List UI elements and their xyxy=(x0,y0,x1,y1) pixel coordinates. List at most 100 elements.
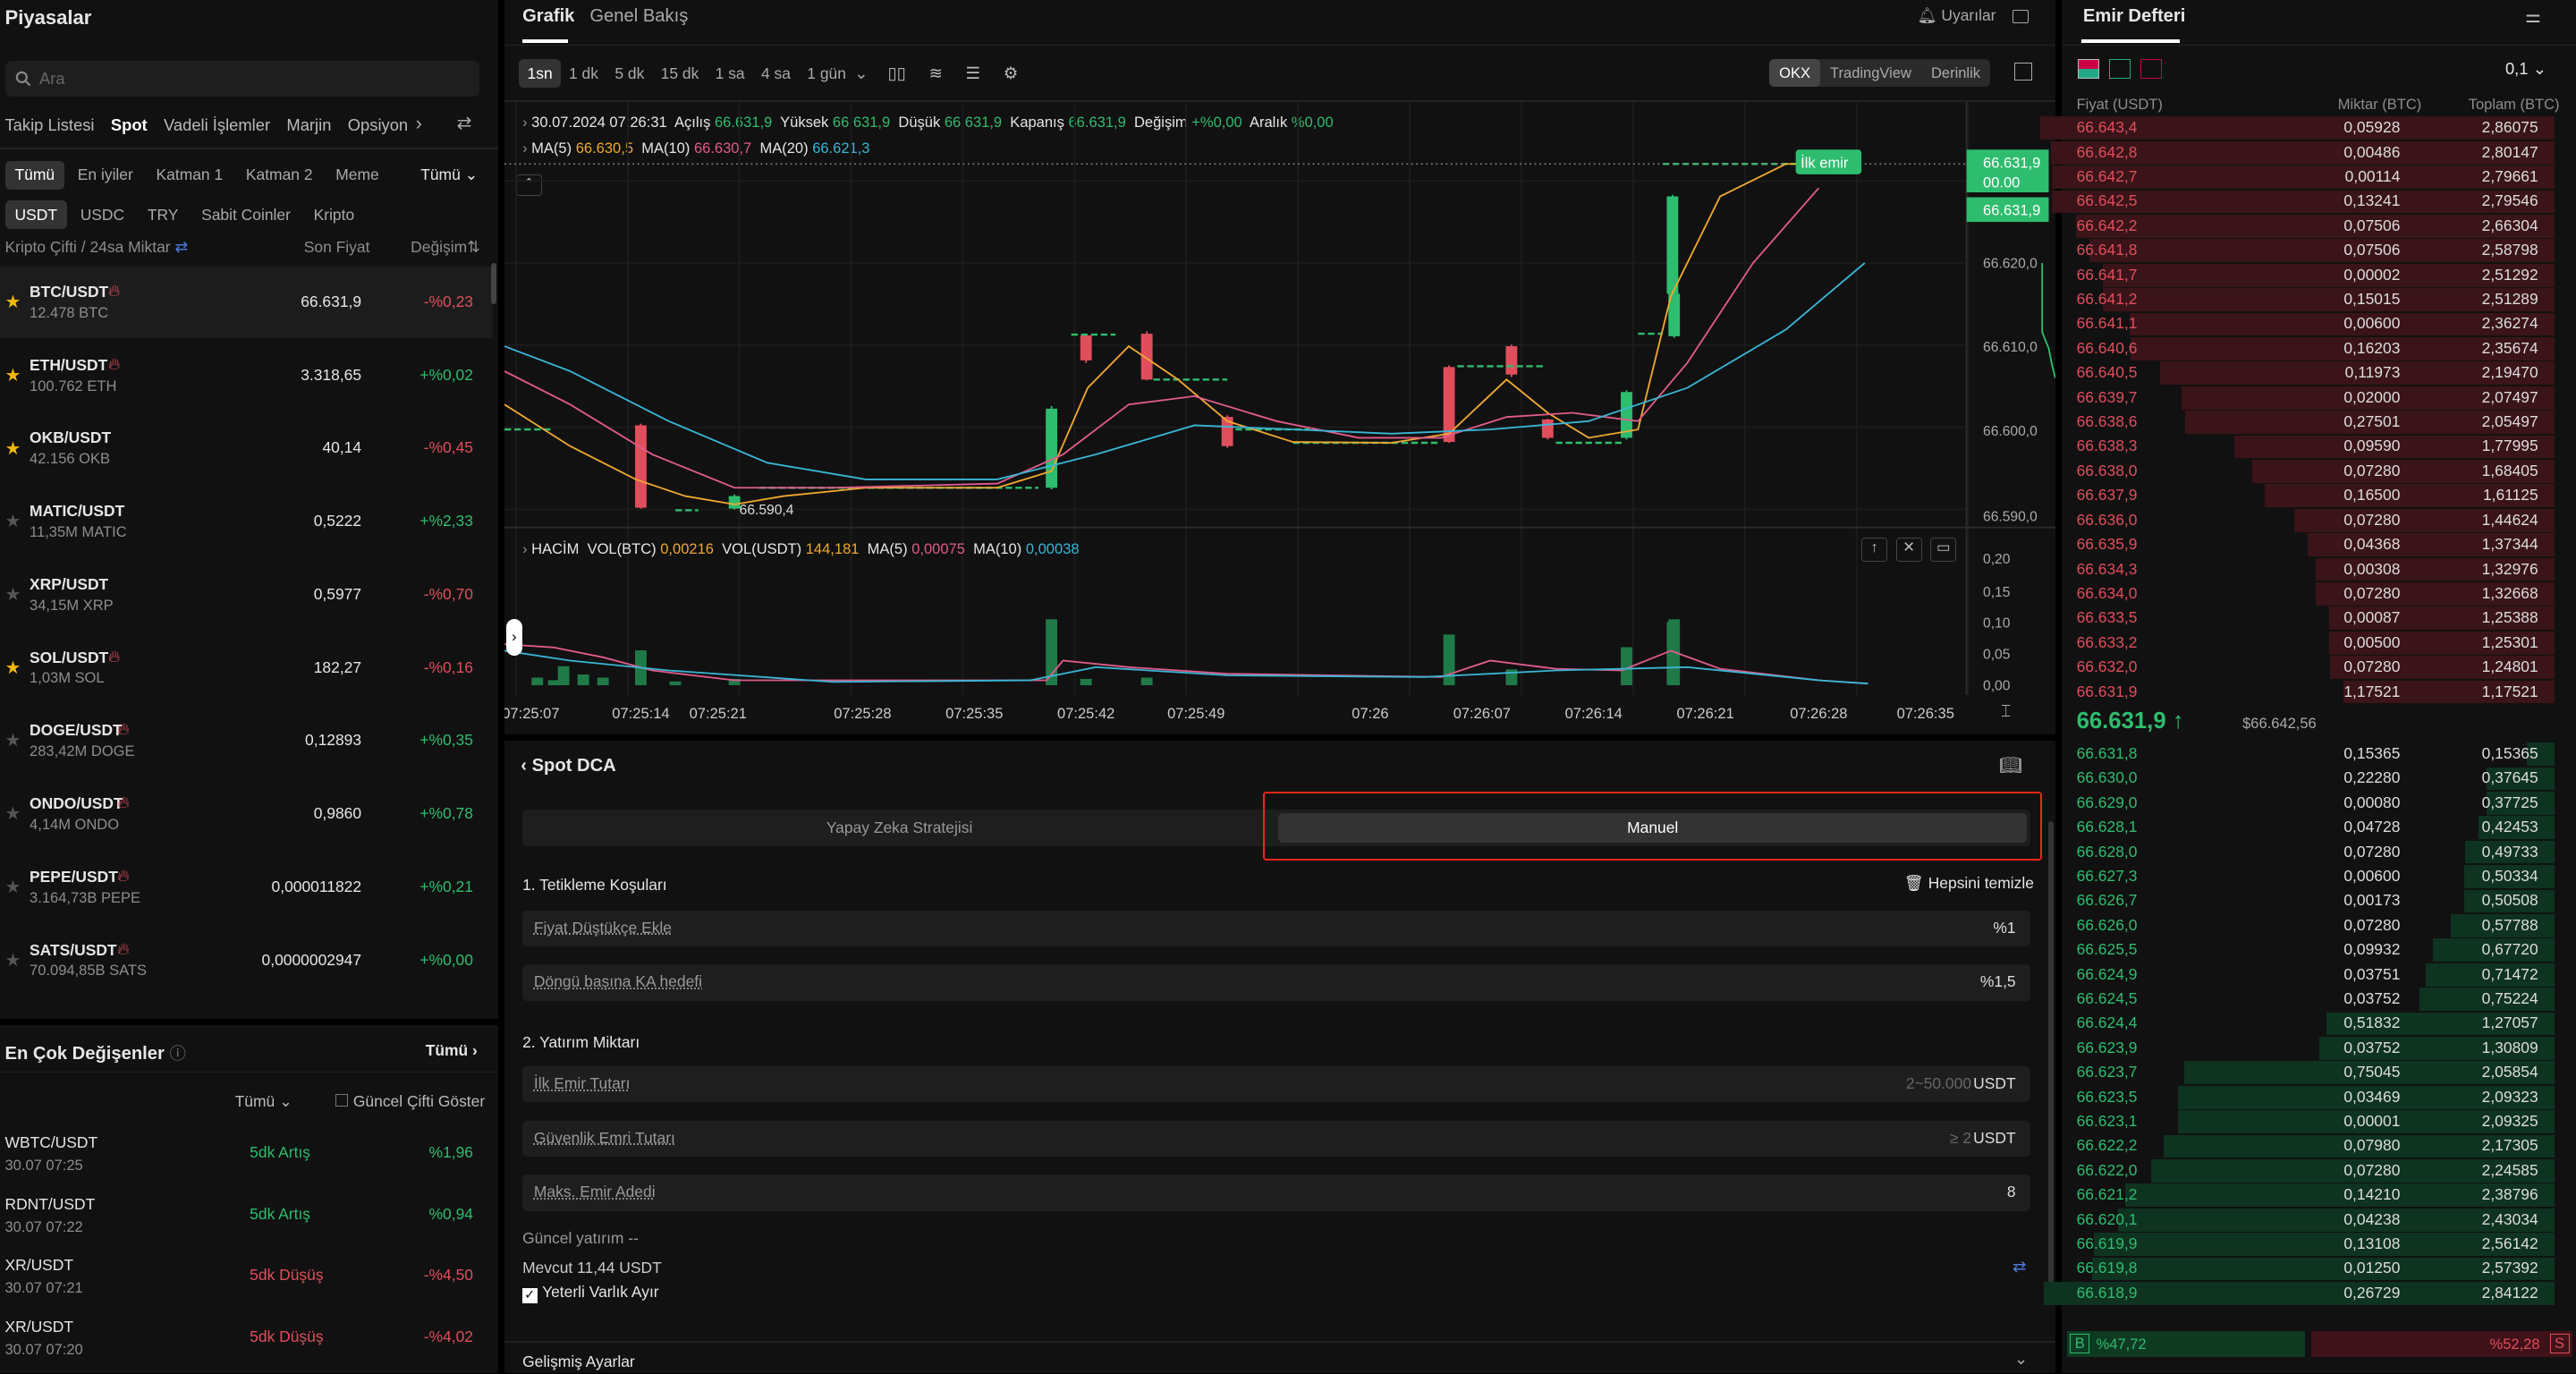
market-row[interactable]: ★ DOGE/USDT 🔥︎ 283,42M DOGE 0,12893 +%0,35 xyxy=(0,705,493,777)
safety-order-amount-field[interactable]: Güvenlik Emri Tutarı ≥ 2 USDT xyxy=(522,1120,2031,1158)
ask-row[interactable]: 66.641,7 0,00002 2,51292 xyxy=(2062,262,2555,287)
collapse-left-button[interactable]: › xyxy=(505,619,523,656)
source-depth[interactable]: Derinlik xyxy=(1921,59,1990,87)
tab-ai-strategy[interactable]: Yapay Zeka Stratejisi xyxy=(522,810,1276,845)
bid-row[interactable]: 66.626,0 0,07280 0,57788 xyxy=(2062,912,2555,937)
quote-usdc[interactable]: USDC xyxy=(71,200,134,229)
filter-meme[interactable]: Meme xyxy=(326,161,388,190)
market-row[interactable]: ★ SOL/USDT 🔥︎ 1,03M SOL 182,27 -%0,16 xyxy=(0,632,493,704)
col-price-header[interactable]: Son Fiyat xyxy=(304,238,370,257)
clear-all-button[interactable]: 🗑︎ Hepsini temizle xyxy=(1904,874,2034,893)
market-row[interactable]: ★ PEPE/USDT 🔥︎ 3.164,73B PEPE 0,000011822 +%0… xyxy=(0,851,493,923)
settings-icon[interactable]: ⚌ xyxy=(2525,5,2541,28)
book-icon[interactable]: 📖︎ xyxy=(1999,754,2022,776)
tp-target-field[interactable]: Döngü başına KA hedefi %1,5 xyxy=(522,964,2031,1001)
window-icon[interactable] xyxy=(2012,10,2029,23)
ask-row[interactable]: 66.638,0 0,07280 1,68405 xyxy=(2062,458,2555,483)
source-tradingview[interactable]: TradingView xyxy=(1820,59,1921,87)
ask-row[interactable]: 66.642,2 0,07506 2,66304 xyxy=(2062,213,2555,238)
ask-row[interactable]: 66.636,0 0,07280 1,44624 xyxy=(2062,507,2555,532)
checkbox[interactable] xyxy=(335,1093,349,1107)
quote-usdt[interactable]: USDT xyxy=(4,200,67,230)
bid-row[interactable]: 66.625,5 0,09932 0,67720 xyxy=(2062,937,2555,963)
reserve-toggle[interactable]: ✓ Yeterli Varlık Ayır xyxy=(522,1283,659,1303)
ask-row[interactable]: 66.639,7 0,02000 2,07497 xyxy=(2062,385,2555,410)
bid-row[interactable]: 66.629,0 0,00080 0,37725 xyxy=(2062,790,2555,815)
filter-layer1[interactable]: Katman 1 xyxy=(147,161,233,190)
ask-row[interactable]: 66.642,7 0,00114 2,79661 xyxy=(2052,164,2555,189)
interval-1d[interactable]: 1 gün xyxy=(799,59,854,88)
tab-watchlist[interactable]: Takip Listesi xyxy=(5,115,95,135)
ask-row[interactable]: 66.640,5 0,11973 2,19470 xyxy=(2062,360,2555,386)
market-row[interactable]: ★ ONDO/USDT 🔥︎ 4,14M ONDO 0,9860 +%0,78 xyxy=(0,778,493,851)
bid-row[interactable]: 66.622,0 0,07280 2,24585 xyxy=(2062,1158,2555,1183)
bid-row[interactable]: 66.628,0 0,07280 0,49733 xyxy=(2062,839,2555,864)
mover-row[interactable]: XR/USDT 30.07 07:21 5dk Düşüş -%4,50 xyxy=(0,1246,493,1307)
ask-row[interactable]: 66.638,3 0,09590 1,77995 xyxy=(2062,434,2555,459)
star-icon[interactable]: ★ xyxy=(5,657,21,679)
bid-row[interactable]: 66.628,1 0,04728 0,42453 xyxy=(2062,815,2555,840)
ask-row[interactable]: 66.632,0 0,07280 1,24801 xyxy=(2062,654,2555,679)
interval-1s[interactable]: 1sn xyxy=(519,59,561,89)
market-row[interactable]: ★ XRP/USDT 34,15M XRP 0,5977 -%0,70 xyxy=(0,558,493,631)
mover-row[interactable]: RDNT/USDT 30.07 07:22 5dk Artış %0,94 xyxy=(0,1185,493,1246)
close-icon[interactable]: ✕ xyxy=(1895,537,1922,563)
ask-row[interactable]: 66.631,9 1,17521 1,17521 xyxy=(2062,679,2555,704)
fullscreen-icon[interactable] xyxy=(2013,62,2032,81)
ask-row[interactable]: 66.633,5 0,00087 1,25388 xyxy=(2062,606,2555,631)
first-order-amount-field[interactable]: İlk Emir Tutarı 2~50.000 USDT xyxy=(522,1066,2031,1103)
ask-row[interactable]: 66.633,2 0,00500 1,25301 xyxy=(2062,630,2555,655)
scrollbar[interactable] xyxy=(491,262,496,304)
star-icon[interactable]: ★ xyxy=(5,583,21,606)
tab-futures[interactable]: Vadeli İşlemler xyxy=(164,115,270,135)
bid-row[interactable]: 66.620,1 0,04238 2,43034 xyxy=(2062,1207,2555,1232)
movers-all-link[interactable]: Tümü › xyxy=(426,1041,478,1060)
star-icon[interactable]: ★ xyxy=(5,364,21,386)
bid-row[interactable]: 66.619,8 0,01250 2,57392 xyxy=(2062,1256,2555,1281)
ask-row[interactable]: 66.642,5 0,13241 2,79546 xyxy=(2052,189,2555,214)
chevron-down-icon[interactable]: ⌄ xyxy=(854,64,868,83)
interval-15m[interactable]: 15 dk xyxy=(652,59,707,88)
ask-row[interactable]: 66.635,9 0,04368 1,37344 xyxy=(2062,531,2555,556)
filter-all[interactable]: Tümü xyxy=(4,160,65,190)
alerts-button[interactable]: 🔔︎ Uyarılar xyxy=(1917,6,1996,25)
price-drop-field[interactable]: Fiyat Düştükçe Ekle %1 xyxy=(522,910,2031,946)
filter-layer2[interactable]: Katman 2 xyxy=(236,161,323,190)
quote-stable[interactable]: Sabit Coinler xyxy=(191,200,301,229)
chevron-down-icon[interactable]: ⌄ xyxy=(2014,1349,2028,1369)
star-icon[interactable]: ★ xyxy=(5,729,21,751)
tab-spot[interactable]: Spot xyxy=(111,115,148,135)
ask-row[interactable]: 66.637,9 0,16500 1,61125 xyxy=(2062,483,2555,508)
ask-row[interactable]: 66.641,8 0,07506 2,58798 xyxy=(2062,238,2555,263)
filter-dropdown[interactable]: Tümü ⌄ xyxy=(407,160,498,188)
bid-row[interactable]: 66.624,9 0,03751 0,71472 xyxy=(2062,962,2555,987)
bid-row[interactable]: 66.618,9 0,26729 2,84122 xyxy=(2044,1280,2555,1305)
search-input[interactable]: Ara xyxy=(4,60,480,98)
show-current-toggle[interactable]: Güncel Çifti Göster xyxy=(335,1092,485,1111)
chevron-right-icon[interactable]: › xyxy=(416,112,422,135)
movers-filter[interactable]: Tümü ⌄ xyxy=(235,1092,292,1111)
scale-icon[interactable]: ⌶ xyxy=(2001,701,2011,721)
chevron-left-icon[interactable]: ‹ xyxy=(521,756,527,776)
mover-row[interactable]: WBTC/USDT 30.07 07:25 5dk Artış %1,96 xyxy=(0,1124,493,1184)
max-orders-field[interactable]: Maks. Emir Adedi 8 xyxy=(522,1175,2031,1211)
star-icon[interactable]: ★ xyxy=(5,291,21,313)
ask-row[interactable]: 66.638,6 0,27501 2,05497 xyxy=(2062,409,2555,434)
interval-1h[interactable]: 1 sa xyxy=(707,59,752,88)
candle-type-icon[interactable]: ▯▯ xyxy=(888,64,906,83)
bid-row[interactable]: 66.627,3 0,00600 0,50334 xyxy=(2062,863,2555,888)
advanced-settings[interactable]: Gelişmiş Ayarlar xyxy=(522,1353,635,1371)
ask-row[interactable]: 66.641,2 0,15015 2,51289 xyxy=(2062,286,2555,311)
interval-1m[interactable]: 1 dk xyxy=(561,59,606,88)
tab-overview[interactable]: Genel Bakış xyxy=(589,6,688,27)
tick-size-select[interactable]: 0,1 ⌄ xyxy=(2505,59,2546,79)
view-bids-icon[interactable] xyxy=(2109,59,2131,80)
bid-row[interactable]: 66.623,7 0,75045 2,05854 xyxy=(2062,1060,2555,1085)
transfer-icon[interactable]: ⇄ xyxy=(2012,1257,2026,1276)
quote-crypto[interactable]: Kripto xyxy=(304,200,365,229)
col-change-header[interactable]: Değişim⇅ xyxy=(411,238,480,257)
interval-5m[interactable]: 5 dk xyxy=(606,59,652,88)
bid-row[interactable]: 66.630,0 0,22280 0,37645 xyxy=(2062,766,2555,791)
kline-chart[interactable]: 66.590,4 İlk emir 66.631,9 00.00 66.631,9 66.… xyxy=(504,101,2055,734)
bid-row[interactable]: 66.623,5 0,03469 2,09323 xyxy=(2062,1084,2555,1109)
